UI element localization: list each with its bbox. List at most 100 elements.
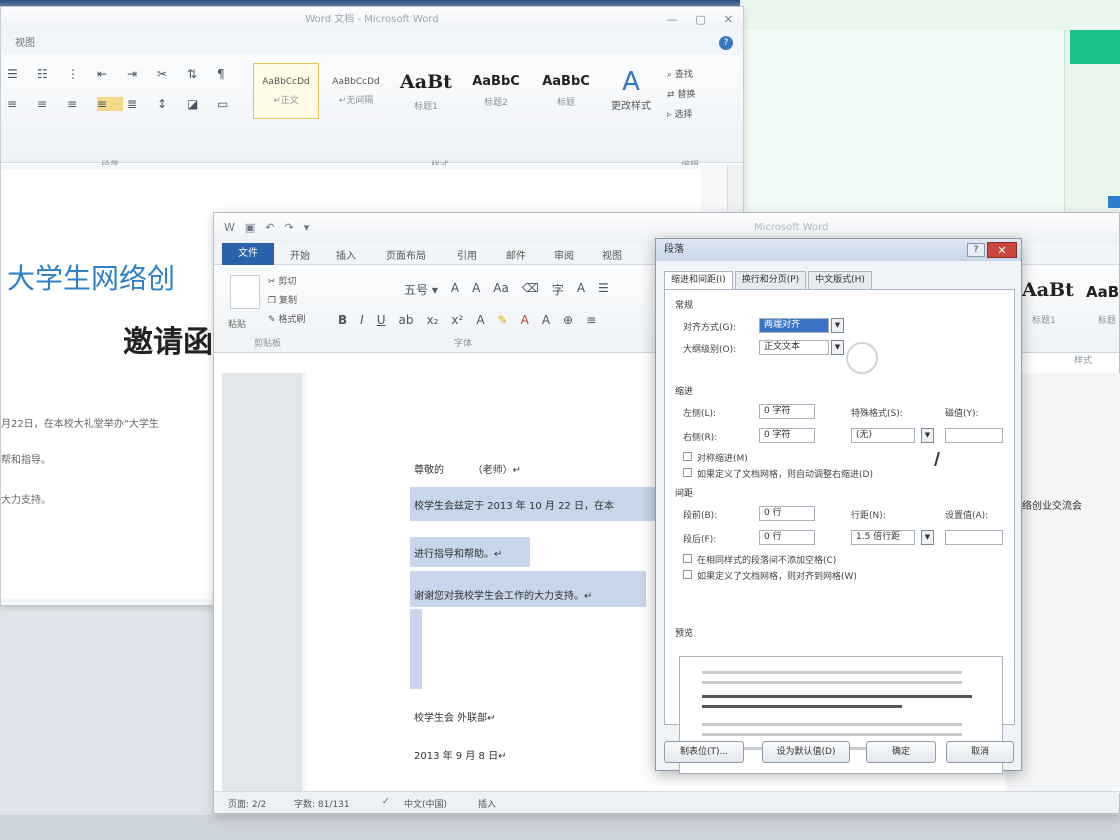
ok-button[interactable]: 确定 [866, 741, 936, 763]
char-shading-icon[interactable]: A [542, 313, 550, 327]
dialog-help-button[interactable]: ? [967, 243, 985, 257]
copy-button[interactable]: ❐ 复制 [268, 292, 305, 311]
paragraph-dialog[interactable]: 段落 ? ✕ 缩进和间距(I) 换行和分页(P) 中文版式(H) 常规 对齐方式… [655, 238, 1022, 774]
alignment-select[interactable]: 两端对齐 [759, 318, 829, 333]
strikethrough-icon[interactable]: ab [399, 313, 414, 327]
sort-icon[interactable]: ⇅ [187, 67, 213, 81]
style-no-spacing[interactable]: AaBbCcDd ↵无间隔 [323, 63, 389, 119]
multilevel-list-icon[interactable]: ⋮ [67, 67, 93, 81]
tab-insert[interactable]: 插入 [336, 247, 356, 262]
chevron-down-icon[interactable]: ▼ [831, 318, 844, 333]
change-case-icon[interactable]: Aa [493, 281, 509, 298]
tab-page-layout[interactable]: 页面布局 [386, 247, 426, 262]
status-page[interactable]: 页面: 2/2 [228, 797, 266, 810]
underline-icon[interactable]: U [377, 313, 386, 327]
replace-button[interactable]: ⇄ 替换 [667, 85, 695, 105]
tab-view[interactable]: 视图 [15, 38, 35, 49]
font-size-box[interactable]: 五号 ▾ [404, 281, 438, 298]
line-spacing-icon[interactable]: ↕ [157, 97, 183, 111]
proofing-icon[interactable]: ✓ [382, 797, 390, 807]
align-left-icon[interactable]: ≡ [586, 313, 596, 327]
bullets-icon[interactable]: ☰ [598, 281, 609, 298]
tab-review[interactable]: 审阅 [554, 247, 574, 262]
mirror-indent-checkbox[interactable] [683, 452, 692, 461]
set-value-input[interactable] [945, 530, 1003, 545]
redo-icon[interactable]: ↷ [285, 221, 294, 234]
paste-icon[interactable] [230, 275, 260, 309]
save-icon[interactable]: ▣ [245, 221, 255, 234]
undo-icon[interactable]: ↶ [265, 221, 274, 234]
tab-line-page-breaks[interactable]: 换行和分页(P) [734, 271, 807, 289]
grow-font-icon[interactable]: A [451, 281, 459, 298]
space-before-input[interactable]: 0 行 [759, 506, 815, 521]
style-heading1-preview[interactable]: AaBt [1022, 279, 1074, 301]
tab-mailings[interactable]: 邮件 [506, 247, 526, 262]
distribute-icon[interactable]: ≣ [127, 97, 153, 111]
subscript-icon[interactable]: x₂ [426, 313, 438, 327]
chevron-down-icon[interactable]: ▼ [831, 340, 844, 355]
chinese-layout-icon[interactable]: ✂ [157, 67, 183, 81]
grid-indent-checkbox[interactable] [683, 468, 692, 477]
measure-input[interactable] [945, 428, 1003, 443]
line-spacing-select[interactable]: 1.5 倍行距 [851, 530, 915, 545]
highlight-icon[interactable]: ✎ [498, 313, 508, 327]
char-border-icon[interactable]: A [577, 281, 585, 298]
maximize-icon[interactable]: ▢ [695, 13, 705, 26]
increase-indent-icon[interactable]: ⇥ [127, 67, 153, 81]
decrease-indent-icon[interactable]: ⇤ [97, 67, 123, 81]
dialog-close-button[interactable]: ✕ [987, 242, 1017, 258]
no-space-checkbox[interactable] [683, 554, 692, 563]
align-left-icon[interactable]: ≡ [7, 97, 33, 111]
italic-icon[interactable]: I [360, 313, 364, 327]
tab-asian-typography[interactable]: 中文版式(H) [808, 271, 872, 289]
shading-icon[interactable]: ◪ [187, 97, 213, 111]
border-icon[interactable]: ▭ [217, 97, 243, 111]
align-center-icon[interactable]: ≡ [37, 97, 63, 111]
space-after-input[interactable]: 0 行 [759, 530, 815, 545]
customize-icon[interactable]: ▾ [304, 221, 310, 234]
right-indent-input[interactable]: 0 字符 [759, 428, 815, 443]
chevron-down-icon[interactable]: ▼ [921, 530, 934, 545]
style-normal[interactable]: AaBbCcDd ↵正文 [253, 63, 319, 119]
style-heading2[interactable]: AaBbC 标题2 [463, 63, 529, 119]
find-button[interactable]: ⌕ 查找 [667, 65, 695, 85]
numbered-list-icon[interactable]: ☷ [37, 67, 63, 81]
superscript-icon[interactable]: x² [451, 313, 463, 327]
tab-view[interactable]: 视图 [602, 247, 622, 262]
close-icon[interactable]: ✕ [724, 13, 733, 26]
shrink-font-icon[interactable]: A [472, 281, 480, 298]
minimize-icon[interactable]: — [666, 13, 677, 26]
tabs-button[interactable]: 制表位(T)... [664, 741, 744, 763]
tab-indent-spacing[interactable]: 缩进和间距(I) [664, 271, 733, 289]
justify-icon[interactable]: ≡ [97, 97, 123, 111]
tab-file[interactable]: 文件 [222, 243, 274, 265]
clear-format-icon[interactable]: ⌫ [522, 281, 539, 298]
tab-home[interactable]: 开始 [290, 247, 310, 262]
snap-grid-checkbox[interactable] [683, 570, 692, 579]
left-indent-input[interactable]: 0 字符 [759, 404, 815, 419]
cut-button[interactable]: ✂ 剪切 [268, 273, 305, 292]
status-mode[interactable]: 插入 [478, 797, 496, 810]
change-styles-button[interactable]: A 更改样式 [601, 67, 661, 112]
bullet-list-icon[interactable]: ☰ [7, 67, 33, 81]
cancel-button[interactable]: 取消 [946, 741, 1014, 763]
help-icon[interactable]: ? [719, 36, 733, 50]
show-marks-icon[interactable]: ¶ [217, 67, 243, 81]
tab-references[interactable]: 引用 [457, 247, 477, 262]
style-title-preview[interactable]: AaB [1086, 283, 1119, 301]
status-language[interactable]: 中文(中国) [404, 797, 447, 810]
style-title[interactable]: AaBbC 标题 [533, 63, 599, 119]
enclose-char-icon[interactable]: ⊕ [563, 313, 573, 327]
chevron-down-icon[interactable]: ▼ [921, 428, 934, 443]
set-default-button[interactable]: 设为默认值(D) [762, 741, 850, 763]
align-right-icon[interactable]: ≡ [67, 97, 93, 111]
format-painter-button[interactable]: ✎ 格式刷 [268, 311, 305, 330]
phonetic-icon[interactable]: 字 [552, 281, 564, 298]
style-heading1[interactable]: AaBt 标题1 [393, 63, 459, 119]
font-color-icon[interactable]: A [521, 313, 529, 327]
select-button[interactable]: ▹ 选择 [667, 105, 695, 125]
special-format-select[interactable]: (无) [851, 428, 915, 443]
outline-level-select[interactable]: 正文文本 [759, 340, 829, 355]
status-words[interactable]: 字数: 81/131 [294, 797, 350, 810]
bold-icon[interactable]: B [338, 313, 347, 327]
